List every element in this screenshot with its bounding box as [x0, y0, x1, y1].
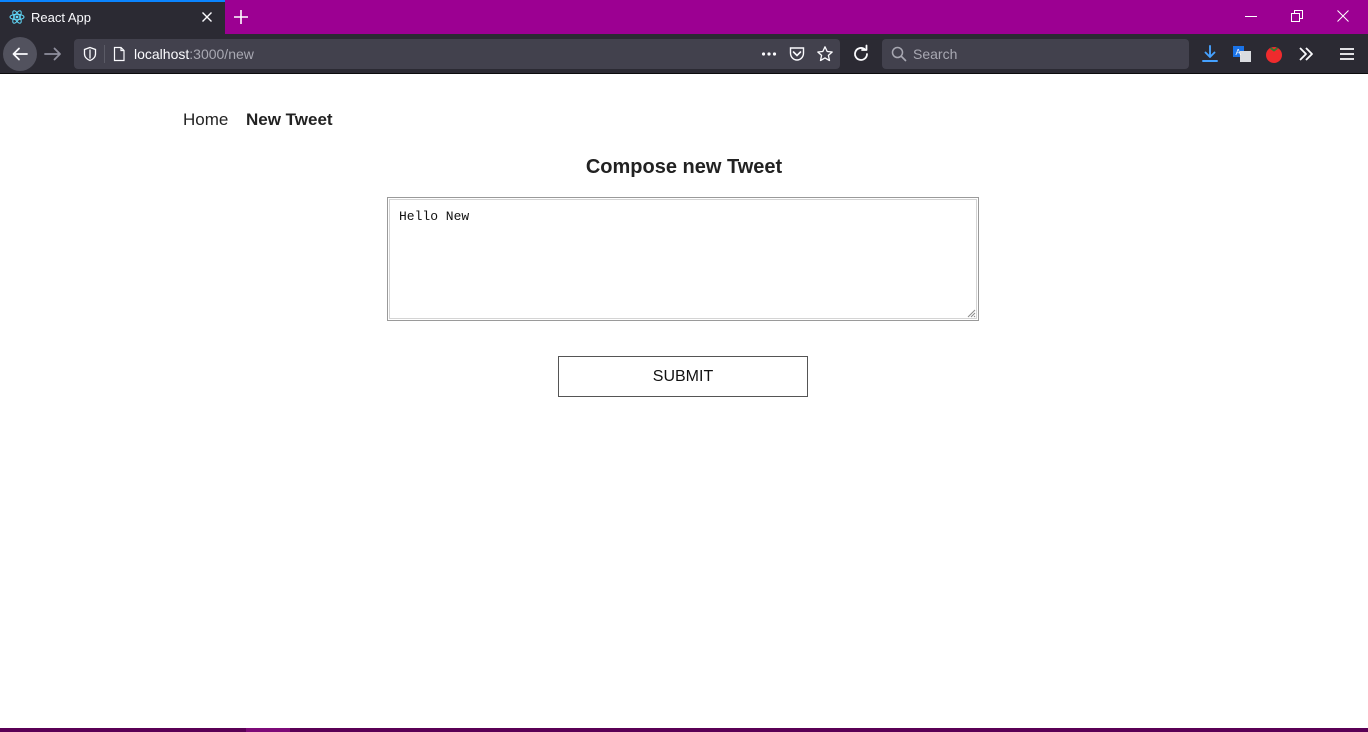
- url-text[interactable]: localhost:3000/new: [134, 46, 254, 62]
- restore-window-icon[interactable]: [1289, 8, 1305, 24]
- translate-icon[interactable]: A: [1231, 43, 1253, 65]
- navigation-toolbar: localhost:3000/new Search A: [0, 34, 1368, 74]
- nav-link-new-tweet[interactable]: New Tweet: [246, 110, 333, 130]
- close-window-icon[interactable]: [1335, 8, 1351, 24]
- pocket-icon[interactable]: [788, 45, 806, 63]
- tab-react-app[interactable]: React App: [0, 0, 225, 34]
- taskbar-edge: [0, 728, 1368, 732]
- nav-link-home[interactable]: Home: [183, 110, 228, 130]
- active-tab-indicator: [0, 0, 225, 2]
- address-bar[interactable]: localhost:3000/new: [74, 39, 840, 69]
- forward-arrow-icon[interactable]: [42, 43, 64, 65]
- hamburger-menu-icon[interactable]: [1336, 43, 1358, 65]
- search-icon: [891, 46, 907, 62]
- minimize-window-icon[interactable]: [1243, 8, 1259, 24]
- react-logo-icon: [9, 10, 25, 24]
- page-info-icon[interactable]: [111, 46, 127, 62]
- page-content: Home New Tweet Compose new Tweet Hello N…: [0, 74, 1368, 728]
- urlbar-divider: [104, 45, 105, 63]
- taskbar-edge-segment: [246, 728, 290, 732]
- search-input[interactable]: Search: [913, 46, 957, 62]
- new-tab-plus-icon[interactable]: [231, 7, 251, 27]
- bookmark-star-icon[interactable]: [816, 45, 834, 63]
- page-title: Compose new Tweet: [585, 156, 783, 178]
- tracking-shield-icon[interactable]: [82, 46, 98, 62]
- url-host: localhost: [134, 46, 190, 62]
- resize-grip-icon[interactable]: [966, 308, 976, 318]
- textarea-inner-border: [389, 199, 977, 319]
- close-tab-icon[interactable]: [199, 9, 215, 25]
- svg-text:A: A: [1236, 48, 1242, 57]
- tweet-text-value: Hello New: [399, 209, 470, 224]
- tomato-extension-icon[interactable]: [1263, 43, 1285, 65]
- url-path: :3000/new: [189, 46, 254, 62]
- submit-button[interactable]: SUBMIT: [558, 356, 808, 397]
- reload-icon[interactable]: [850, 43, 872, 65]
- search-bar[interactable]: Search: [882, 39, 1189, 69]
- downloads-icon[interactable]: [1199, 43, 1221, 65]
- back-arrow-icon: [12, 47, 28, 61]
- tweet-textarea[interactable]: Hello New: [387, 197, 979, 321]
- overflow-chevrons-icon[interactable]: [1295, 43, 1317, 65]
- page-actions-ellipsis-icon[interactable]: [760, 45, 778, 63]
- back-button[interactable]: [3, 37, 37, 71]
- tab-title: React App: [31, 10, 91, 25]
- tab-strip: React App: [0, 0, 1368, 34]
